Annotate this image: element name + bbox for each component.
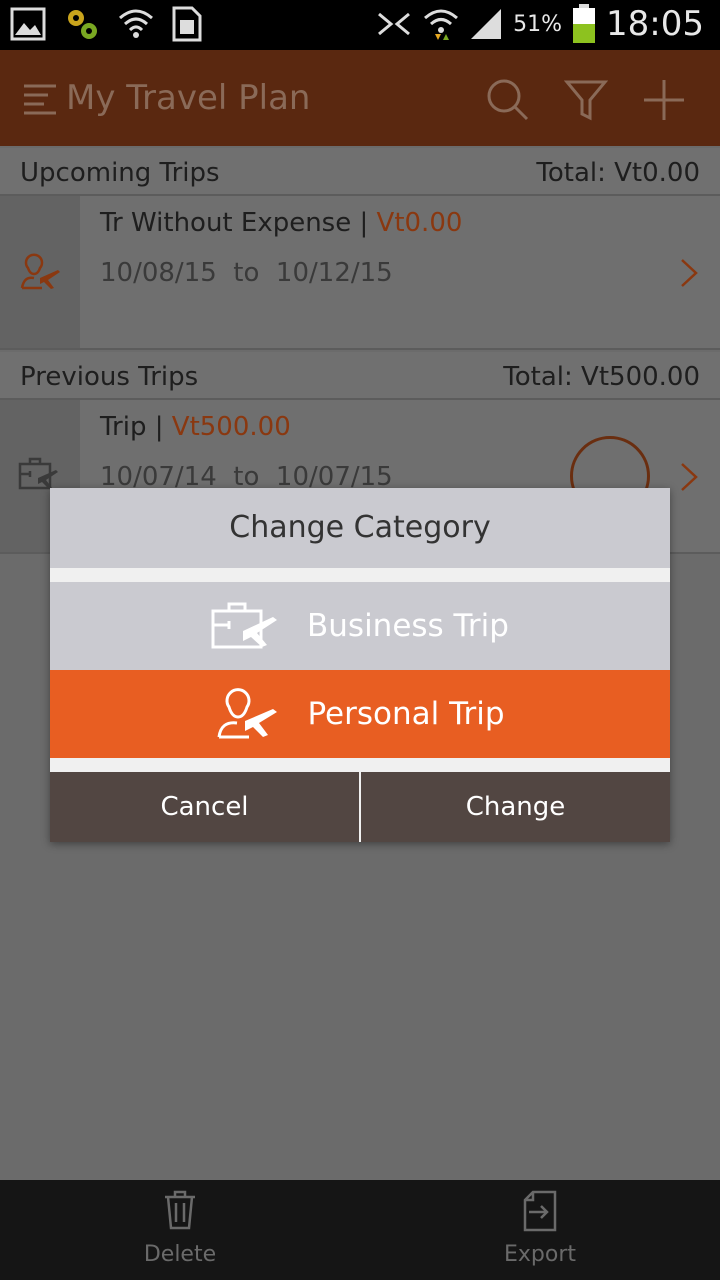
trip-amount: Vt0.00: [376, 208, 463, 238]
trip-row[interactable]: Tr Without Expense | Vt0.00 10/08/15 to …: [0, 196, 720, 350]
dialog-title: Change Category: [50, 488, 670, 568]
trash-icon: [165, 1190, 195, 1230]
trip-dates: 10/08/15 to 10/12/15: [100, 258, 393, 288]
dialog-button-bar: Cancel Change: [50, 772, 670, 842]
business-trip-icon: [211, 602, 277, 649]
section-total: Total: Vt500.00: [503, 362, 700, 392]
gallery-icon: [10, 7, 46, 41]
trip-amount: Vt500.00: [171, 412, 291, 442]
personal-trip-icon: [20, 253, 60, 290]
option-label: Business Trip: [307, 608, 509, 644]
trip-name: Tr Without Expense: [100, 208, 352, 238]
wifi-icon: [424, 9, 459, 40]
add-icon[interactable]: [642, 78, 686, 122]
app-title: My Travel Plan: [66, 78, 311, 118]
trip-name: Trip: [100, 412, 147, 442]
section-total: Total: Vt0.00: [536, 158, 700, 188]
wifi-notification-icon: [119, 9, 153, 38]
chevron-right-icon[interactable]: [680, 258, 698, 288]
section-label: Previous Trips: [20, 362, 199, 392]
change-button[interactable]: Change: [361, 772, 670, 842]
delete-button[interactable]: Delete: [0, 1180, 360, 1280]
system-icons: 51% 18:05: [375, 4, 704, 44]
title-separator: |: [146, 412, 172, 442]
trip-title: Tr Without Expense | Vt0.00: [100, 208, 462, 238]
search-icon[interactable]: [486, 78, 530, 122]
gears-icon: [68, 10, 97, 39]
previous-trips-header: Previous Trips Total: Vt500.00: [0, 352, 720, 400]
personal-trip-icon: [217, 688, 278, 739]
option-label: Personal Trip: [307, 696, 505, 732]
upcoming-trips-header: Upcoming Trips Total: Vt0.00: [0, 148, 720, 196]
section-label: Upcoming Trips: [20, 158, 220, 188]
title-separator: |: [351, 208, 377, 238]
trip-title: Trip | Vt500.00: [100, 412, 291, 442]
nfc-icon: [378, 12, 411, 36]
business-trip-icon: [18, 457, 58, 490]
clock: 18:05: [606, 4, 704, 44]
status-bar: 51% 18:05: [0, 0, 720, 50]
export-icon: [523, 1190, 557, 1232]
personal-trip-option[interactable]: Personal Trip: [50, 670, 670, 758]
category-cell[interactable]: [0, 196, 80, 348]
export-label: Export: [503, 1242, 576, 1267]
menu-icon[interactable]: [22, 82, 58, 116]
battery-icon: [573, 4, 596, 43]
delete-label: Delete: [143, 1242, 217, 1267]
export-button[interactable]: Export: [360, 1180, 720, 1280]
sim-card-icon: [172, 6, 202, 42]
battery-percent: 51%: [513, 11, 563, 37]
app-bar: My Travel Plan: [0, 50, 720, 146]
signal-icon: [471, 9, 502, 39]
cancel-button[interactable]: Cancel: [50, 772, 359, 842]
notification-icons: [10, 6, 202, 42]
chevron-right-icon[interactable]: [680, 462, 698, 492]
bottom-action-bar: Delete Export: [0, 1180, 720, 1280]
business-trip-option[interactable]: Business Trip: [50, 582, 670, 670]
filter-icon[interactable]: [564, 78, 608, 122]
